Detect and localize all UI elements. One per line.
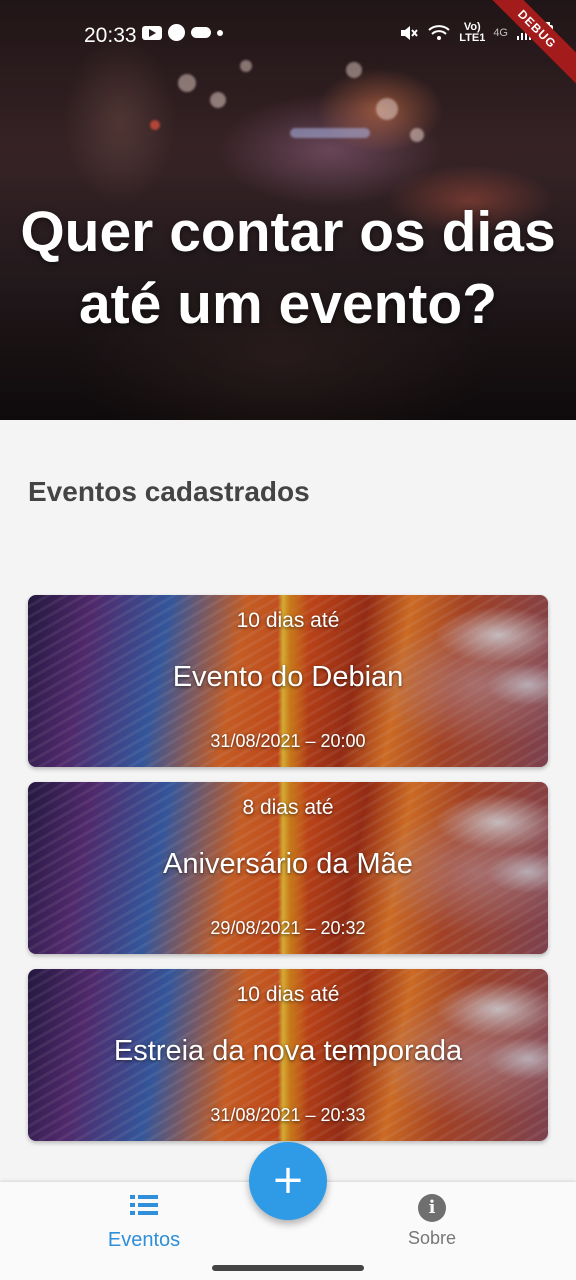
hero-title-line-2: até um evento? <box>78 272 498 336</box>
status-time: 20:33 <box>84 24 137 47</box>
nav-item-eventos[interactable]: Eventos <box>64 1194 224 1252</box>
notification-icons <box>142 24 223 41</box>
youtube-icon <box>142 25 162 40</box>
nav-label-sobre: Sobre <box>407 1228 457 1248</box>
nav-label-eventos: Eventos <box>107 1229 181 1251</box>
section-title: Eventos cadastrados <box>28 476 310 507</box>
plus-icon: + <box>271 1157 305 1203</box>
event-datetime: 29/08/2021 – 20:32 <box>210 918 366 938</box>
cloud-icon <box>191 27 211 38</box>
event-days-remaining: 8 dias até <box>242 796 334 819</box>
volte-indicator: Vo) LTE1 <box>459 22 485 44</box>
mute-icon <box>401 26 419 40</box>
volte-bottom-text: LTE1 <box>459 32 486 44</box>
event-days-remaining: 10 dias até <box>236 609 340 632</box>
event-datetime: 31/08/2021 – 20:33 <box>210 1105 366 1125</box>
more-notifications-dot-icon <box>217 29 223 36</box>
hero-title: Quer contar os dias até um evento? <box>0 196 576 340</box>
status-bar: 20:33 Vo) LTE1 4G DEBUG <box>0 0 576 90</box>
soccer-ball-icon <box>168 24 185 41</box>
event-card[interactable]: 10 dias até Evento do Debian 31/08/2021 … <box>28 595 548 767</box>
event-datetime: 31/08/2021 – 20:00 <box>210 731 366 751</box>
event-days-remaining: 10 dias até <box>236 983 340 1006</box>
hero-title-line-1: Quer contar os dias <box>20 200 556 264</box>
event-name: Estreia da nova temporada <box>113 1035 463 1067</box>
network-type: 4G <box>493 26 508 39</box>
home-indicator[interactable] <box>212 1265 364 1271</box>
event-name: Evento do Debian <box>172 661 404 693</box>
nav-item-sobre[interactable]: i Sobre <box>352 1194 512 1249</box>
event-name: Aniversário da Mãe <box>163 848 413 880</box>
event-card[interactable]: 10 dias até Estreia da nova temporada 31… <box>28 969 548 1141</box>
wifi-icon <box>428 25 450 40</box>
list-icon <box>130 1194 158 1216</box>
event-card[interactable]: 8 dias até Aniversário da Mãe 29/08/2021… <box>28 782 548 954</box>
add-event-button[interactable]: + <box>249 1142 327 1220</box>
info-icon: i <box>418 1194 446 1222</box>
